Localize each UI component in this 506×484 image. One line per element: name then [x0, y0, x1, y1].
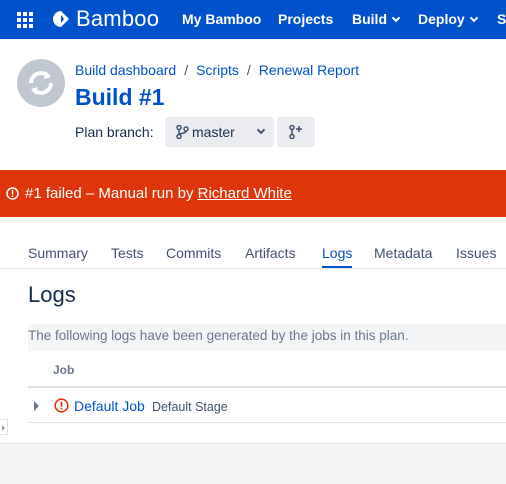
nav-projects[interactable]: Projects: [278, 11, 333, 27]
tab-summary[interactable]: Summary: [28, 245, 88, 261]
nav-my-bamboo[interactable]: My Bamboo: [182, 11, 261, 27]
tab-tests[interactable]: Tests: [111, 245, 144, 261]
tab-logs[interactable]: Logs: [322, 245, 353, 268]
branch-actions-button[interactable]: [277, 117, 315, 147]
nav-truncated[interactable]: S: [497, 11, 506, 27]
chevron-down-icon: [469, 13, 478, 23]
nav-deploy-label: Deploy: [418, 11, 465, 27]
nav-build[interactable]: Build: [352, 11, 401, 27]
top-navigation: Bamboo My Bamboo Projects Build Deploy S: [0, 0, 506, 39]
column-header-job: Job: [53, 363, 75, 377]
sidebar-expand-handle[interactable]: [0, 419, 8, 435]
breadcrumb-separator: /: [246, 62, 251, 78]
tab-commits[interactable]: Commits: [166, 245, 221, 261]
tab-issues[interactable]: Issues: [456, 245, 496, 261]
logs-heading: Logs: [28, 282, 76, 307]
nav-deploy[interactable]: Deploy: [418, 11, 478, 27]
table-header: Job: [28, 358, 506, 388]
tab-artifacts[interactable]: Artifacts: [245, 245, 296, 261]
logs-description: The following logs have been generated b…: [28, 324, 506, 351]
create-branch-icon: [289, 125, 302, 139]
chevron-down-icon: [391, 13, 401, 23]
refresh-icon: [29, 71, 53, 95]
bamboo-logo-icon[interactable]: [51, 9, 71, 29]
error-icon: [6, 187, 19, 200]
banner-text: #1 failed – Manual run by: [25, 185, 198, 202]
branch-icon: [176, 125, 189, 139]
page-footer-area: [0, 443, 506, 484]
app-name[interactable]: Bamboo: [76, 6, 159, 32]
job-stage: Default Stage: [152, 400, 228, 414]
tab-metadata[interactable]: Metadata: [374, 245, 432, 261]
nav-build-label: Build: [352, 11, 387, 27]
result-tabs: Summary Tests Commits Artifacts Logs Met…: [0, 245, 506, 269]
page-title[interactable]: Build #1: [75, 84, 164, 111]
expand-icon[interactable]: [34, 401, 39, 411]
build-failed-banner: #1 failed – Manual run by Richard White: [0, 170, 506, 217]
plan-branch-label: Plan branch:: [75, 124, 154, 140]
plan-branch-select[interactable]: master: [165, 117, 274, 147]
breadcrumb-build-dashboard[interactable]: Build dashboard: [75, 62, 176, 78]
breadcrumb-separator: /: [184, 62, 189, 78]
job-link[interactable]: Default Job: [74, 398, 145, 414]
breadcrumb-renewal-report[interactable]: Renewal Report: [259, 62, 359, 78]
breadcrumb: Build dashboard / Scripts / Renewal Report: [75, 62, 359, 78]
banner-message: #1 failed – Manual run by Richard White: [25, 185, 292, 202]
chevron-down-icon: [256, 125, 266, 135]
branch-name: master: [192, 124, 235, 140]
error-icon: [54, 398, 69, 413]
build-status-avatar: [17, 59, 65, 107]
breadcrumb-scripts[interactable]: Scripts: [196, 62, 239, 78]
banner-user-link[interactable]: Richard White: [198, 185, 292, 202]
table-row: Default Job Default Stage: [28, 390, 506, 423]
app-switcher-icon[interactable]: [17, 12, 33, 28]
